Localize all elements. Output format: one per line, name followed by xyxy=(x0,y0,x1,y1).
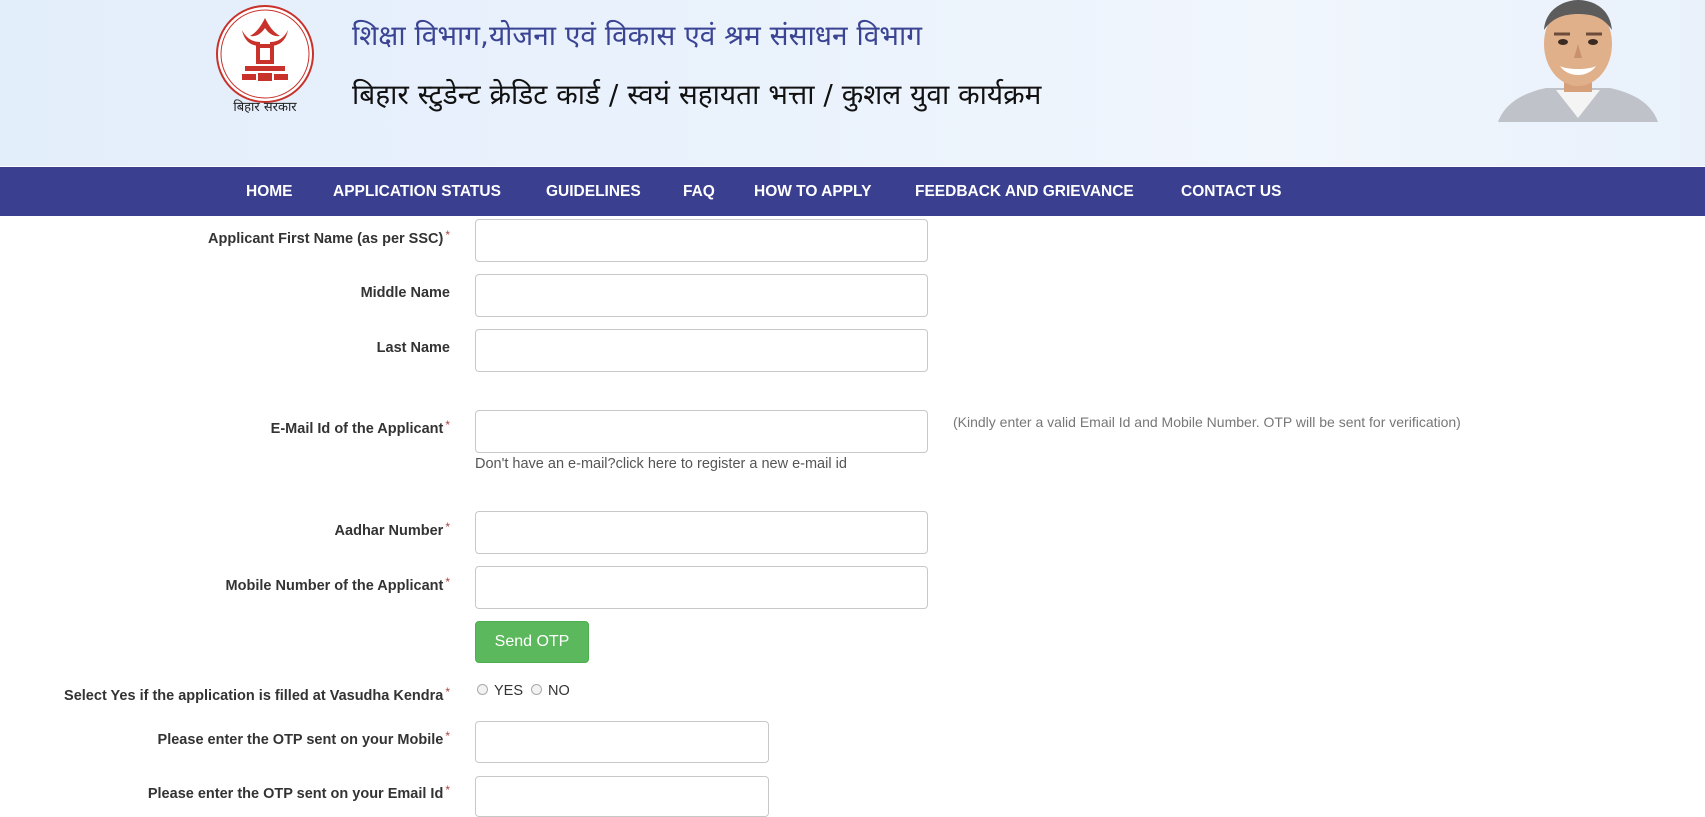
vasudha-yes-radio[interactable] xyxy=(477,684,488,695)
email-label: E-Mail Id of the Applicant * xyxy=(270,418,450,437)
last-name-label: Last Name xyxy=(376,340,450,356)
vasudha-no-label[interactable]: NO xyxy=(548,683,570,699)
otp-email-label: Please enter the OTP sent on your Email … xyxy=(147,783,450,802)
first-name-label: Applicant First Name (as per SSC) * xyxy=(208,228,450,247)
email-mobile-help-text: (Kindly enter a valid Email Id and Mobil… xyxy=(953,414,1461,430)
department-title: शिक्षा विभाग,योजना एवं विकास एवं श्रम सं… xyxy=(352,19,922,52)
email-input[interactable] xyxy=(475,410,928,453)
aadhar-label-text: Aadhar Number xyxy=(334,523,444,539)
vasudha-no-radio[interactable] xyxy=(531,684,542,695)
vasudha-kendra-label-text: Select Yes if the application is filled … xyxy=(64,688,444,704)
mobile-input[interactable] xyxy=(475,566,928,609)
otp-email-input[interactable] xyxy=(475,776,769,817)
otp-mobile-label-text: Please enter the OTP sent on your Mobile xyxy=(157,732,444,748)
otp-email-label-text: Please enter the OTP sent on your Email … xyxy=(147,786,444,802)
main-navbar: HOME APPLICATION STATUS GUIDELINES FAQ H… xyxy=(0,167,1705,216)
first-name-input[interactable] xyxy=(475,219,928,262)
last-name-input[interactable] xyxy=(475,329,928,372)
vasudha-kendra-label: Select Yes if the application is filled … xyxy=(64,685,450,704)
required-mark: * xyxy=(445,520,450,534)
nav-home[interactable]: HOME xyxy=(246,167,293,216)
nav-guidelines[interactable]: GUIDELINES xyxy=(546,167,641,216)
emblem-caption: बिहार सरकार xyxy=(233,100,297,115)
middle-name-input[interactable] xyxy=(475,274,928,317)
required-mark: * xyxy=(445,729,450,743)
email-label-text: E-Mail Id of the Applicant xyxy=(270,421,444,437)
required-mark: * xyxy=(445,685,450,699)
mobile-label-text: Mobile Number of the Applicant xyxy=(225,578,444,594)
otp-mobile-label: Please enter the OTP sent on your Mobile… xyxy=(157,729,450,748)
aadhar-input[interactable] xyxy=(475,511,928,554)
vasudha-yes-label[interactable]: YES xyxy=(494,683,523,699)
scheme-title: बिहार स्टुडेन्ट क्रेडिट कार्ड / स्वयं सह… xyxy=(352,78,1042,111)
aadhar-label: Aadhar Number * xyxy=(334,520,450,539)
nav-contact-us[interactable]: CONTACT US xyxy=(1181,167,1281,216)
mobile-label: Mobile Number of the Applicant * xyxy=(225,575,450,594)
nav-feedback-and-grievance[interactable]: FEEDBACK AND GRIEVANCE xyxy=(915,167,1134,216)
chief-minister-portrait xyxy=(1498,0,1658,122)
middle-name-label: Middle Name xyxy=(360,285,450,301)
required-mark: * xyxy=(445,418,450,432)
first-name-label-text: Applicant First Name (as per SSC) xyxy=(208,231,444,247)
nav-faq[interactable]: FAQ xyxy=(683,167,715,216)
site-header: बिहार सरकार शिक्षा विभाग,योजना एवं विकास… xyxy=(0,0,1705,166)
register-email-link[interactable]: Don't have an e-mail?click here to regis… xyxy=(475,456,847,472)
nav-application-status[interactable]: APPLICATION STATUS xyxy=(333,167,501,216)
required-mark: * xyxy=(445,228,450,242)
otp-mobile-input[interactable] xyxy=(475,721,769,763)
required-mark: * xyxy=(445,783,450,797)
send-otp-button[interactable]: Send OTP xyxy=(475,621,589,663)
nav-how-to-apply[interactable]: HOW TO APPLY xyxy=(754,167,871,216)
required-mark: * xyxy=(445,575,450,589)
